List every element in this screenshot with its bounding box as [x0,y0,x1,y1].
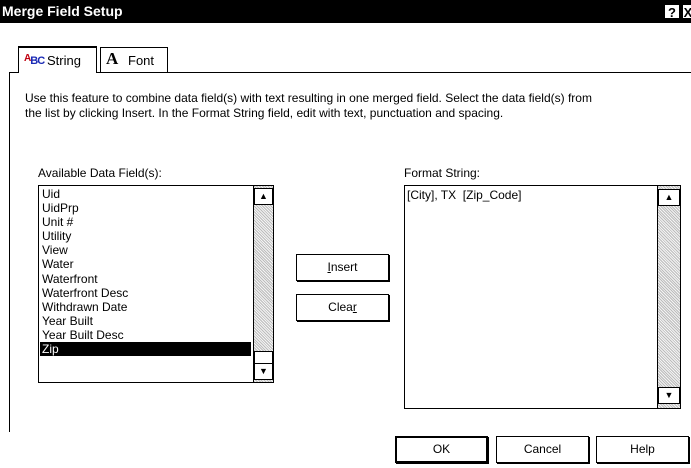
list-item[interactable]: UidPrp [40,201,251,215]
string-abc-icon: ABC [24,53,45,67]
list-item[interactable]: View [40,243,251,257]
merge-field-setup-dialog: Merge Field Setup ? X ABC String A Font … [0,0,691,468]
list-item-selected[interactable]: Zip [40,342,251,357]
available-fields-list[interactable]: Uid UidPrp Unit # Utility View Water Wat… [38,185,274,383]
format-string-field[interactable]: [City], TX [Zip_Code] ▲ ▼ [404,185,681,409]
list-item[interactable]: Year Built Desc [40,328,251,342]
list-item[interactable]: Waterfront Desc [40,286,251,300]
font-a-icon: A [106,49,119,68]
list-item[interactable]: Unit # [40,215,251,229]
help-button[interactable]: Help [596,436,689,463]
available-fields-items: Uid UidPrp Unit # Utility View Water Wat… [40,187,251,357]
list-item[interactable]: Withdrawn Date [40,300,251,314]
title-bar: Merge Field Setup ? X [0,0,691,23]
list-item[interactable]: Waterfront [40,272,251,286]
ok-button[interactable]: OK [395,436,488,463]
format-string-label: Format String: [404,166,481,180]
instructions-line-1: Use this feature to combine data field(s… [25,91,592,105]
tab-font[interactable]: A Font [100,47,168,72]
list-item[interactable]: Utility [40,229,251,243]
tab-font-label: Font [128,53,155,68]
insert-button[interactable]: Insert [296,254,389,281]
scroll-up-arrow-icon[interactable]: ▲ [254,188,273,205]
format-string-scrollbar[interactable]: ▲ ▼ [657,186,680,408]
clear-button[interactable]: Clear [296,294,389,321]
instructions-text: Use this feature to combine data field(s… [25,91,685,121]
cancel-button[interactable]: Cancel [496,436,589,463]
list-item[interactable]: Year Built [40,314,251,328]
tab-string[interactable]: ABC String [18,46,97,73]
format-string-value[interactable]: [City], TX [Zip_Code] [407,188,522,202]
scroll-up-arrow-icon[interactable]: ▲ [658,189,680,206]
instructions-line-2: the list by clicking Insert. In the Form… [25,106,504,120]
available-fields-label: Available Data Field(s): [38,166,162,180]
list-item[interactable]: Uid [40,187,251,201]
fields-scrollbar[interactable]: ▲ ▼ [253,186,273,382]
tab-string-label: String [47,53,81,68]
scroll-down-arrow-icon[interactable]: ▼ [658,387,680,404]
close-button[interactable]: X [682,4,691,20]
window-title: Merge Field Setup [2,3,123,19]
help-title-button[interactable]: ? [664,4,680,20]
list-item[interactable]: Water [40,257,251,271]
scroll-down-arrow-icon[interactable]: ▼ [254,363,273,380]
